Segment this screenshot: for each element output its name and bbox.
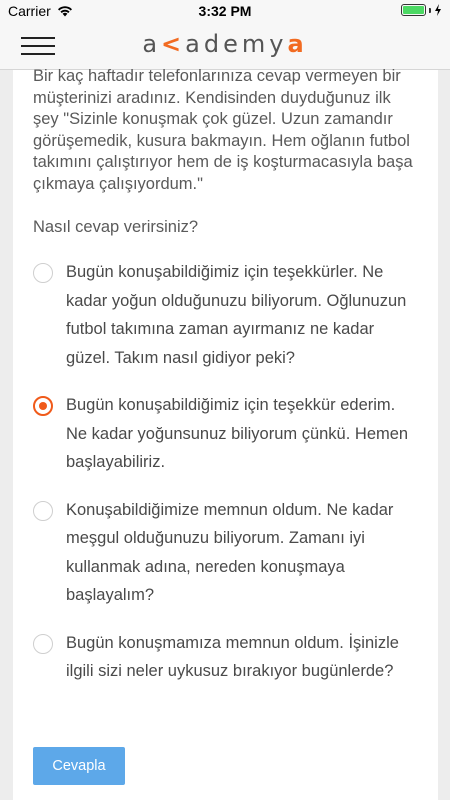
charging-bolt-icon <box>435 4 441 16</box>
answer-option-2[interactable]: Bugün konuşabildiğimiz için teşekkür ede… <box>33 394 418 477</box>
answer-label: Bugün konuşmamıza memnun oldum. İşinizle… <box>66 633 399 681</box>
answer-label: Konuşabildiğimize memnun oldum. Ne kadar… <box>66 500 394 605</box>
radio-button[interactable] <box>33 263 53 283</box>
app-logo: a<ademya <box>0 30 450 58</box>
logo-accent-a: a <box>287 30 308 58</box>
battery-icon <box>401 4 426 16</box>
quiz-card: Bir kaç haftadır telefonlarınıza cevap v… <box>13 67 438 800</box>
question-text: Nasıl cevap verirsiniz? <box>33 218 199 236</box>
answer-option-4[interactable]: Bugün konuşmamıza memnun oldum. İşinizle… <box>33 632 418 686</box>
status-time: 3:32 PM <box>198 3 252 19</box>
status-right <box>401 4 442 16</box>
logo-accent-chevron: < <box>161 30 186 58</box>
radio-button[interactable] <box>33 633 53 654</box>
nav-bar: a<ademya <box>0 22 450 70</box>
radio-button[interactable] <box>33 500 53 521</box>
answer-options: Bugün konuşabildiğimiz için teşekkürler.… <box>33 261 418 686</box>
status-bar: Carrier 3:32 PM <box>0 0 450 22</box>
answer-option-3[interactable]: Konuşabildiğimize memnun oldum. Ne kadar… <box>33 499 418 610</box>
battery-tip <box>429 7 431 13</box>
submit-answer-button[interactable]: Cevapla <box>33 747 125 785</box>
answer-label: Bugün konuşabildiğimiz için teşekkür ede… <box>66 396 409 471</box>
answer-label: Bugün konuşabildiğimiz için teşekkürler.… <box>66 263 407 367</box>
radio-button-selected[interactable] <box>33 396 53 416</box>
answer-option-1[interactable]: Bugün konuşabildiğimiz için teşekkürler.… <box>33 261 418 372</box>
scenario-text: Bir kaç haftadır telefonlarınıza cevap v… <box>33 67 413 193</box>
logo-prefix: a <box>142 30 162 58</box>
logo-middle: ademy <box>185 30 288 58</box>
